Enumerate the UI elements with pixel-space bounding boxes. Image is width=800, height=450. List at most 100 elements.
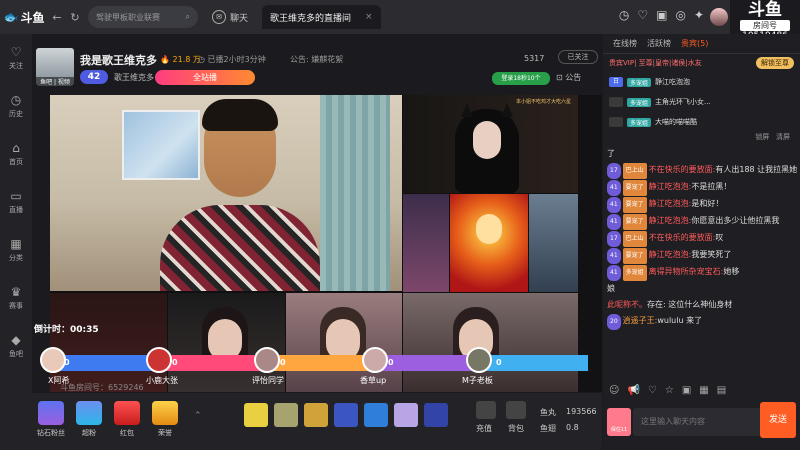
gift-item-icon[interactable] [334, 403, 358, 427]
video-stage[interactable]: 本小姐不吃鸡才大吃六星 [50, 95, 602, 392]
gift-item-icon[interactable] [304, 403, 328, 427]
send-button[interactable]: 发送 [760, 402, 796, 438]
pk-avatar[interactable] [254, 347, 280, 373]
fan-level-badge: 42 [80, 70, 108, 84]
pk-countdown: 倒计时：00:35 [34, 325, 99, 335]
bag-icon[interactable]: ▣ [682, 385, 691, 396]
rank-row[interactable]: 多宠姐 主角光环飞小女... [603, 92, 800, 112]
fishcoin-count: 0.8 [566, 423, 579, 432]
chat-message: 41 要宠了 静江吃泡泡:是和好！ [603, 196, 800, 213]
pk-avatar[interactable] [362, 347, 388, 373]
streamer-avatar[interactable]: 鱼吧 | 视频 [36, 48, 74, 86]
chat-nick[interactable]: 不在快乐的要放面: [649, 233, 716, 242]
chat-message: 娘 [607, 284, 615, 293]
chat-message: 了 [607, 149, 615, 158]
gift-label: 荣誉 [158, 429, 172, 437]
search-icon[interactable]: ⌕ [186, 12, 190, 22]
pk-avatar[interactable] [466, 347, 492, 373]
chevron-up-icon[interactable]: ⌃ [194, 411, 202, 421]
honor-trophy-icon[interactable] [152, 401, 178, 425]
chat-toolbar: ☺ 📢 ♡ ☆ ▣ ▦ ▤ [609, 385, 726, 396]
megaphone-icon[interactable]: 📢 [627, 385, 639, 396]
more-icon[interactable]: ▤ [717, 385, 726, 396]
tab-vip-rank[interactable]: 贵宾(5) [681, 38, 708, 49]
gift-item-icon[interactable] [394, 403, 418, 427]
chat-input[interactable]: 这里输入聊天内容 [633, 408, 761, 436]
grid-icon: ▦ [10, 237, 22, 251]
backpack-icon[interactable] [506, 401, 526, 419]
emoji-icon[interactable]: ☺ [609, 385, 619, 396]
tab-room[interactable]: 歌王维克多的直播间 × [262, 5, 381, 29]
recharge-icon[interactable] [476, 401, 496, 419]
backpack-button[interactable]: 背包 [508, 423, 524, 434]
gift-icon[interactable]: ✦ [694, 8, 704, 22]
all-station-button[interactable]: 全站播 [155, 70, 255, 85]
tab-active-rank[interactable]: 活跃榜 [647, 38, 671, 49]
lock-screen-button[interactable]: 锁屏 [755, 133, 769, 141]
user-avatar[interactable] [710, 8, 728, 26]
nav-live[interactable]: ▭ 直播 [0, 178, 32, 226]
guest-camera-4 [529, 194, 578, 292]
rank-row[interactable]: 日多宠姐 静江吃泡泡 [603, 72, 800, 92]
pk-avatar[interactable] [40, 347, 66, 373]
rank-row[interactable]: 多宠姐 大喵的喵喵酷 [603, 112, 800, 132]
red-packet-icon[interactable] [114, 401, 140, 425]
chat-nick[interactable]: 静江吃泡泡: [649, 182, 692, 191]
followed-button[interactable]: 已关注 [558, 50, 598, 64]
trophy-icon: ♛ [10, 285, 22, 299]
chat-nick[interactable]: 此呢称不。 [607, 300, 647, 309]
avatar-tag: 鱼吧 | 视频 [36, 77, 74, 86]
gift-item-icon[interactable] [364, 403, 388, 427]
refresh-icon[interactable]: ↻ [66, 11, 84, 24]
nav-fishbar[interactable]: ◆ 鱼吧 [0, 322, 32, 370]
fishcoin-label: 鱼翅 [540, 424, 556, 433]
gift-item-icon[interactable] [244, 403, 268, 427]
rank-number [609, 97, 623, 107]
douyu-logo[interactable]: 🐟 斗鱼 [0, 0, 48, 34]
nav-events[interactable]: ♛ 赛事 [0, 274, 32, 322]
favorite-icon[interactable]: ♡ [637, 8, 648, 22]
unlock-button[interactable]: 解锁至尊 [756, 57, 794, 69]
chat-nick[interactable]: 逍遥子王: [623, 316, 658, 325]
chat-message: 41 要宠了 静江吃泡泡:不是拉黑！ [603, 179, 800, 196]
recharge-button[interactable]: 充值 [476, 423, 492, 434]
diamond-fan-icon[interactable] [38, 401, 64, 425]
box-icon[interactable]: ▦ [699, 385, 708, 396]
login-reward-badge[interactable]: 登录18秒10个 [492, 72, 550, 85]
chat-nick[interactable]: 静江吃泡泡: [649, 216, 692, 225]
video-icon[interactable]: ▣ [656, 8, 667, 22]
game-icon[interactable]: ◎ [675, 8, 685, 22]
gift-label: 红包 [120, 429, 134, 437]
tv-icon: ▭ [10, 189, 22, 203]
nav-home[interactable]: ⌂ 首页 [0, 130, 32, 178]
nav-history[interactable]: ◷ 历史 [0, 82, 32, 130]
back-icon[interactable]: ← [48, 11, 66, 24]
gift-item-icon[interactable] [274, 403, 298, 427]
pk-name: M子老板 [462, 376, 493, 385]
clear-screen-button[interactable]: 清屏 [776, 133, 790, 141]
fishball-label: 鱼丸 [540, 408, 556, 417]
star-icon[interactable]: ☆ [665, 385, 674, 396]
tab-chat[interactable]: ✉ 聊天 [204, 5, 256, 29]
heart-icon[interactable]: ♡ [648, 385, 657, 396]
close-tab-icon[interactable]: × [365, 12, 373, 22]
cat-ear-icon [501, 103, 513, 117]
chat-nick[interactable]: 不在快乐的要放面: [649, 165, 716, 174]
chat-nick[interactable]: 静江吃泡泡: [649, 199, 692, 208]
history-icon[interactable]: ◷ [619, 8, 629, 22]
pet-badge[interactable]: 保住11 [607, 408, 631, 436]
tab-online-rank[interactable]: 在线榜 [613, 38, 637, 49]
nav-category[interactable]: ▦ 分类 [0, 226, 32, 274]
rank-number: 日 [609, 77, 623, 87]
search-input[interactable]: 驾驶甲板职业联赛 ⌕ [88, 6, 198, 28]
gift-item-icon[interactable] [424, 403, 448, 427]
chat-nick[interactable]: 离得异物所杂宠宝石: [649, 267, 724, 276]
nav-follow[interactable]: ♡ 关注 [0, 34, 32, 82]
rank-tabs: 在线榜 活跃榜 贵宾(5) [603, 34, 800, 54]
pk-avatar[interactable] [146, 347, 172, 373]
chat-nick[interactable]: 静江吃泡泡: [649, 250, 692, 259]
main-camera [50, 95, 402, 291]
chat-message: 41 多宠姐 离得异物所杂宠宝石:她移 [603, 264, 800, 281]
announcement-link[interactable]: ⊡ 公告 [556, 72, 581, 83]
super-fan-icon[interactable] [76, 401, 102, 425]
